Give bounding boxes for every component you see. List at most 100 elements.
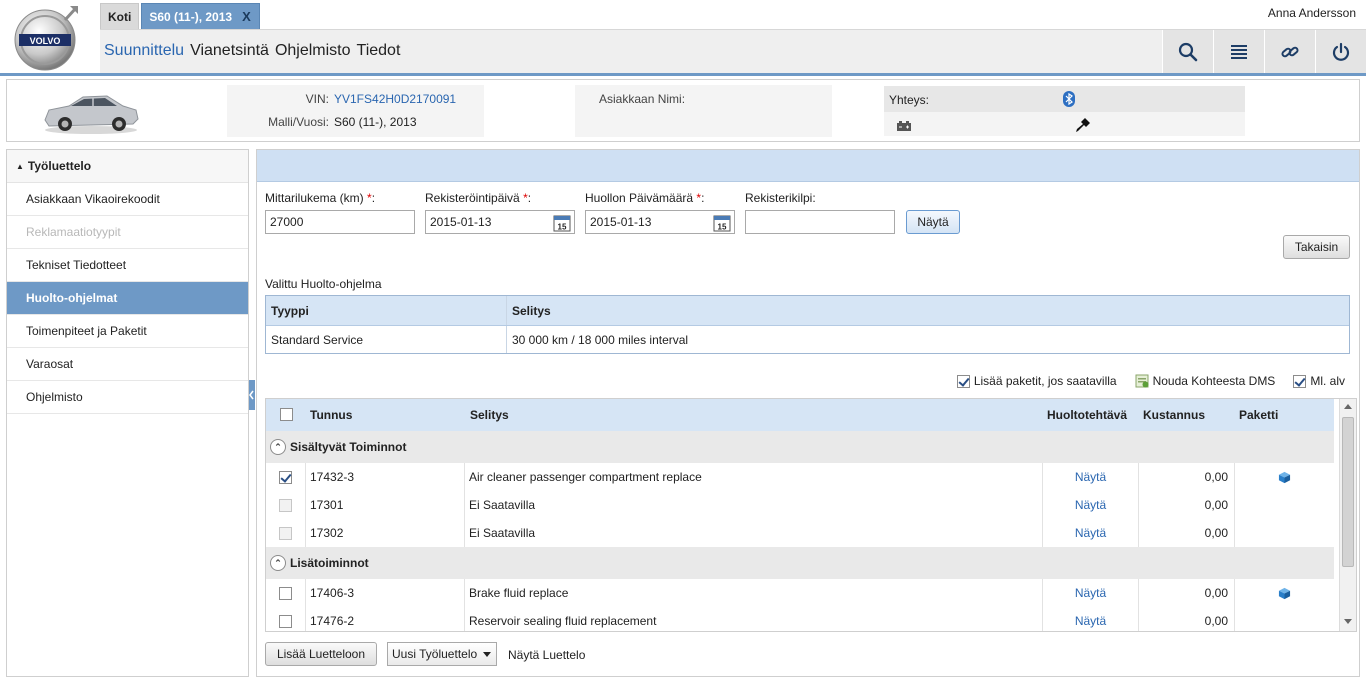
volvo-logo[interactable]: VOLVO — [10, 3, 80, 73]
list-button[interactable] — [1213, 30, 1264, 74]
svg-text:15: 15 — [718, 223, 727, 232]
op-task-link[interactable]: Näytä — [1043, 519, 1139, 547]
op-desc: Brake fluid replace — [465, 579, 1043, 607]
col-desc-header[interactable]: Selitys — [470, 408, 509, 422]
sidebar-item-parts[interactable]: Varaosat — [7, 348, 248, 381]
group-label: Lisätoiminnot — [290, 556, 369, 570]
scroll-up-icon[interactable] — [1344, 404, 1352, 409]
op-desc: Reservoir sealing fluid replacement — [465, 607, 1043, 631]
menu-info[interactable]: Tiedot — [357, 42, 401, 60]
show-button[interactable]: Näytä — [906, 210, 960, 234]
tab-vehicle[interactable]: S60 (11-), 2013 X — [141, 3, 260, 29]
col-task-header[interactable]: Huoltotehtävä — [1047, 408, 1127, 422]
row-checkbox[interactable] — [279, 470, 292, 484]
row-checkbox[interactable] — [279, 614, 292, 628]
table-row[interactable]: 17301 Ei Saatavilla Näytä 0,00 — [266, 491, 1334, 519]
vin-value[interactable]: YV1FS42H0D2170091 — [334, 92, 456, 106]
main-panel: Mittarilukema (km) *: Rekisteröintipäivä… — [256, 149, 1360, 677]
add-to-list-button[interactable]: Lisää Luetteloon — [265, 642, 377, 666]
table-row[interactable]: 17432-3 Air cleaner passenger compartmen… — [266, 463, 1334, 491]
table-row[interactable]: 17476-2 Reservoir sealing fluid replacem… — [266, 607, 1334, 631]
user-name[interactable]: Anna Andersson — [1268, 6, 1356, 20]
search-button[interactable] — [1162, 30, 1213, 74]
power-button[interactable] — [1315, 30, 1366, 74]
sidebar-item-tech-bulletins[interactable]: Tekniset Tiedotteet — [7, 249, 248, 282]
col-cost-header[interactable]: Kustannus — [1143, 408, 1205, 422]
sidebar-collapse-handle[interactable] — [249, 380, 255, 410]
menu-diagnostics[interactable]: Vianetsintä — [190, 42, 269, 60]
reg-date-label: Rekisteröintipäivä *: — [425, 191, 532, 205]
menu-planning[interactable]: Suunnittelu — [104, 42, 184, 60]
col-package-header[interactable]: Paketti — [1239, 408, 1278, 422]
sidebar-title: Työluettelo — [27, 159, 92, 173]
fetch-dms-option[interactable]: Nouda Kohteesta DMS — [1135, 374, 1276, 388]
service-date-calendar-icon[interactable]: 15 — [713, 214, 731, 232]
col-type-header: Tyyppi — [266, 296, 507, 325]
power-icon — [1332, 42, 1350, 61]
table-row[interactable]: 17406-3 Brake fluid replace Näytä 0,00 — [266, 579, 1334, 607]
select-all-checkbox[interactable] — [280, 408, 293, 421]
selected-program-title: Valittu Huolto-ohjelma — [265, 277, 382, 291]
grid-scrollbar[interactable] — [1339, 399, 1356, 631]
svg-text:VOLVO: VOLVO — [30, 36, 61, 46]
package-icon[interactable] — [1278, 471, 1291, 484]
plate-input[interactable] — [745, 210, 895, 234]
vin-panel: VIN: YV1FS42H0D2170091 Malli/Vuosi: S60 … — [227, 85, 484, 137]
op-task-link[interactable]: Näytä — [1043, 491, 1139, 519]
package-icon[interactable] — [1278, 587, 1291, 600]
sidebar-item-software[interactable]: Ohjelmisto — [7, 381, 248, 414]
add-packages-label: Lisää paketit, jos saatavilla — [973, 374, 1117, 388]
row-checkbox[interactable] — [279, 586, 292, 600]
op-task-link[interactable]: Näytä — [1043, 607, 1139, 631]
add-packages-checkbox[interactable] — [956, 374, 970, 388]
reg-date-calendar-icon[interactable]: 15 — [553, 214, 571, 232]
op-code: 17301 — [306, 491, 465, 519]
mileage-label: Mittarilukema (km) *: — [265, 191, 376, 205]
back-button[interactable]: Takaisin — [1283, 235, 1350, 259]
plate-label: Rekisterikilpi: — [745, 191, 816, 205]
bluetooth-icon — [1063, 91, 1075, 107]
incl-vat-checkbox[interactable] — [1293, 374, 1307, 388]
search-icon — [1178, 42, 1198, 62]
group-label: Sisältyvät Toiminnot — [290, 440, 407, 454]
sidebar-item-customer-codes[interactable]: Asiakkaan Vikaoirekoodit — [7, 183, 248, 216]
group-additional-operations[interactable]: ⌃ Lisätoiminnot — [266, 547, 1334, 579]
tab-close-icon[interactable]: X — [242, 9, 251, 24]
show-list-link[interactable]: Näytä Luettelo — [508, 648, 585, 662]
op-task-link[interactable]: Näytä — [1043, 579, 1139, 607]
operations-grid: Tunnus Selitys Huoltotehtävä Kustannus P… — [265, 398, 1357, 632]
op-cost: 0,00 — [1139, 463, 1235, 491]
main-nav: Suunnittelu Vianetsintä Ohjelmisto Tiedo… — [100, 29, 1366, 74]
group-collapse-icon[interactable]: ⌃ — [270, 439, 286, 455]
add-packages-option[interactable]: Lisää paketit, jos saatavilla — [956, 374, 1117, 388]
connection-label: Yhteys: — [889, 93, 930, 107]
col-desc-header: Selitys — [512, 303, 551, 318]
table-row[interactable]: Standard Service 30 000 km / 18 000 mile… — [266, 326, 1349, 353]
op-code: 17432-3 — [306, 463, 465, 491]
mileage-input[interactable] — [265, 210, 415, 234]
chevron-left-icon — [249, 390, 254, 400]
program-desc: 30 000 km / 18 000 miles interval — [512, 332, 689, 347]
link-icon — [1281, 46, 1299, 58]
incl-vat-option[interactable]: Ml. alv — [1293, 374, 1345, 388]
scroll-down-icon[interactable] — [1344, 619, 1352, 624]
op-task-link[interactable]: Näytä — [1043, 463, 1139, 491]
work-list-select[interactable]: Uusi Työluettelo — [387, 642, 497, 666]
scroll-thumb[interactable] — [1342, 417, 1354, 567]
group-included-operations[interactable]: ⌃ Sisältyvät Toiminnot — [266, 431, 1334, 463]
fetch-dms-label: Nouda Kohteesta DMS — [1152, 374, 1276, 388]
col-code-header[interactable]: Tunnus — [310, 408, 352, 422]
row-checkbox — [279, 526, 292, 540]
menu-software[interactable]: Ohjelmisto — [275, 42, 351, 60]
work-list-select-value: Uusi Työluettelo — [392, 647, 478, 661]
sidebar-item-service-programs[interactable]: Huolto-ohjelmat — [7, 282, 248, 315]
op-desc: Ei Saatavilla — [465, 491, 1043, 519]
op-cost: 0,00 — [1139, 491, 1235, 519]
group-collapse-icon[interactable]: ⌃ — [270, 555, 286, 571]
sidebar-item-operations-packages[interactable]: Toimenpiteet ja Paketit — [7, 315, 248, 348]
link-button[interactable] — [1264, 30, 1315, 74]
table-row[interactable]: 17302 Ei Saatavilla Näytä 0,00 — [266, 519, 1334, 547]
model-value: S60 (11-), 2013 — [334, 115, 417, 129]
sidebar-header[interactable]: ▲ Työluettelo — [7, 150, 248, 183]
tab-home[interactable]: Koti — [100, 3, 140, 29]
